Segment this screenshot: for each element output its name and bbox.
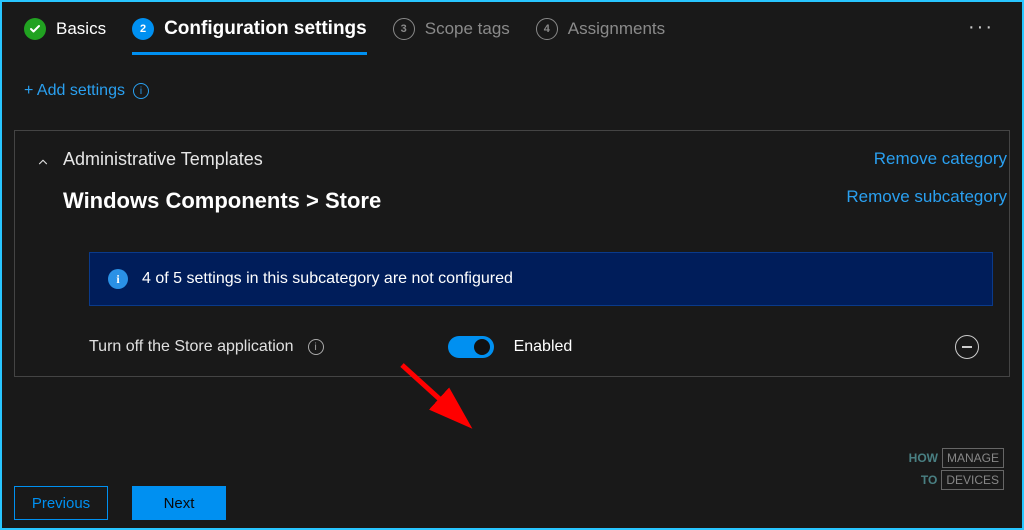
info-banner-text: 4 of 5 settings in this subcategory are … bbox=[142, 270, 513, 288]
remove-category-link[interactable]: Remove category bbox=[874, 149, 1007, 169]
tab-label: Basics bbox=[56, 19, 106, 39]
step-badge: 2 bbox=[132, 18, 154, 40]
watermark: HOWMANAGE TODEVICES bbox=[909, 448, 1004, 490]
add-settings-link[interactable]: + Add settings i bbox=[14, 82, 1010, 100]
tab-label: Scope tags bbox=[425, 19, 510, 39]
content-area: + Add settings i Administrative Template… bbox=[2, 60, 1022, 528]
step-badge: 4 bbox=[536, 18, 558, 40]
panel-header: Administrative Templates Windows Compone… bbox=[33, 149, 1009, 214]
setting-row: Turn off the Store application i Enabled bbox=[89, 336, 993, 358]
info-icon[interactable]: i bbox=[133, 83, 149, 99]
toggle-switch[interactable] bbox=[448, 336, 494, 358]
footer-buttons: Previous Next bbox=[14, 486, 226, 520]
remove-subcategory-link[interactable]: Remove subcategory bbox=[846, 187, 1007, 207]
tab-configuration-settings[interactable]: 2 Configuration settings bbox=[132, 18, 367, 55]
category-title: Administrative Templates bbox=[63, 149, 846, 170]
setting-name: Turn off the Store application bbox=[89, 338, 294, 356]
info-icon[interactable]: i bbox=[308, 339, 324, 355]
wizard-tabs: Basics 2 Configuration settings 3 Scope … bbox=[2, 2, 1022, 60]
subcategory-title: Windows Components > Store bbox=[63, 188, 846, 214]
step-badge: 3 bbox=[393, 18, 415, 40]
overflow-menu-icon[interactable]: ··· bbox=[962, 16, 1000, 39]
toggle-state-label: Enabled bbox=[514, 338, 573, 356]
tab-assignments[interactable]: 4 Assignments bbox=[536, 18, 665, 55]
next-button[interactable]: Next bbox=[132, 486, 226, 520]
check-icon bbox=[24, 18, 46, 40]
page-frame: Basics 2 Configuration settings 3 Scope … bbox=[0, 0, 1024, 530]
tab-label: Assignments bbox=[568, 19, 665, 39]
tab-scope-tags[interactable]: 3 Scope tags bbox=[393, 18, 510, 55]
category-panel: Administrative Templates Windows Compone… bbox=[14, 130, 1010, 377]
chevron-up-icon[interactable] bbox=[33, 152, 53, 172]
previous-button[interactable]: Previous bbox=[14, 486, 108, 520]
tab-label: Configuration settings bbox=[164, 18, 367, 40]
add-settings-label: + Add settings bbox=[24, 82, 125, 100]
tab-basics[interactable]: Basics bbox=[24, 18, 106, 55]
info-icon: i bbox=[108, 269, 128, 289]
toggle-knob bbox=[474, 339, 490, 355]
remove-setting-icon[interactable] bbox=[955, 335, 979, 359]
info-banner: i 4 of 5 settings in this subcategory ar… bbox=[89, 252, 993, 306]
